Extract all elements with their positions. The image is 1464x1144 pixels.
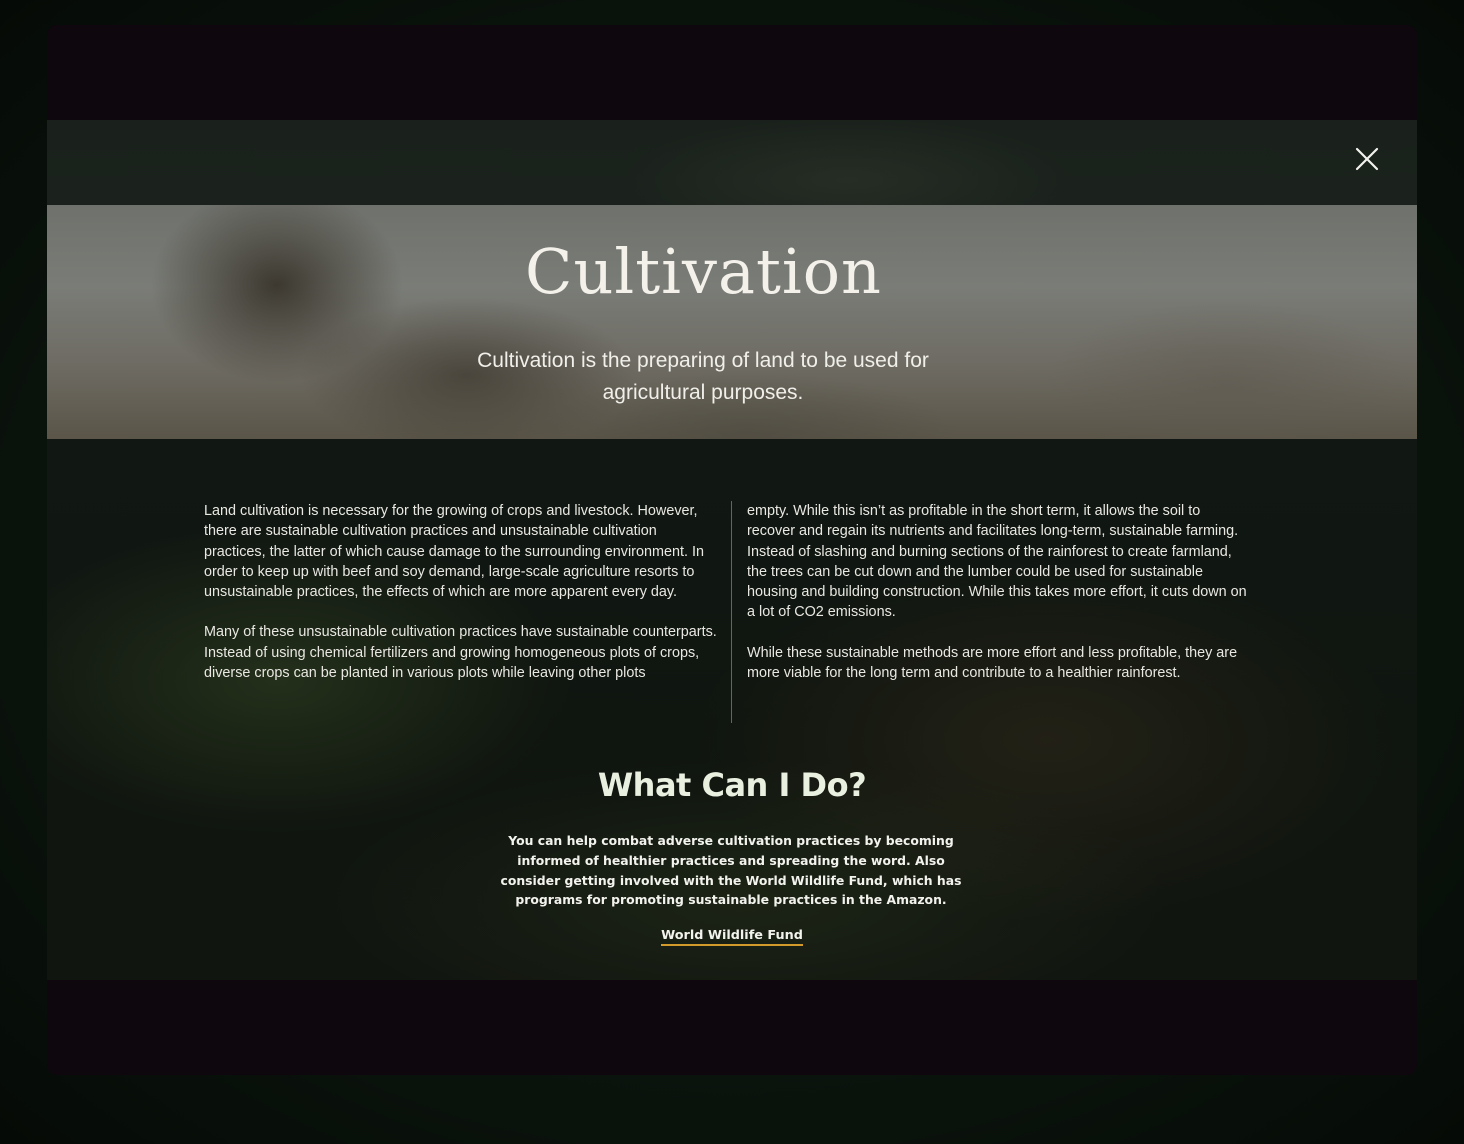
right-paragraph-3: the trees can be cut down and the lumber…: [747, 563, 1247, 621]
left-column: Land cultivation is necessary for the gr…: [204, 501, 719, 683]
content-area: Land cultivation is necessary for the gr…: [47, 439, 1417, 980]
page-subtitle: Cultivation is the preparing of land to …: [477, 349, 929, 404]
hero-banner: Cultivation Cultivation is the preparing…: [47, 205, 1417, 439]
left-paragraph-1: Land cultivation is necessary for the gr…: [204, 503, 704, 601]
what-can-i-do-text: You can help combat adverse cultivation …: [500, 833, 962, 908]
column-divider: [731, 501, 732, 723]
app-window: Cultivation Cultivation is the preparing…: [47, 25, 1417, 1075]
right-paragraph-4: While these sustainable methods are more…: [747, 644, 1238, 682]
screen-background: Cultivation Cultivation is the preparing…: [0, 0, 1464, 1144]
page-title: Cultivation: [525, 235, 882, 308]
right-paragraph-2: Instead of slashing and burning sections…: [747, 543, 1232, 560]
close-icon: [1355, 147, 1379, 171]
world-wildlife-fund-link-label[interactable]: World Wildlife Fund: [661, 928, 803, 946]
cultivation-modal: Cultivation Cultivation is the preparing…: [47, 120, 1417, 980]
right-paragraph-1: empty. While this isn’t as profitable in…: [747, 503, 1239, 540]
article-columns: Land cultivation is necessary for the gr…: [204, 501, 1250, 726]
left-paragraph-2a: Many of these unsustainable cultivation …: [204, 624, 717, 641]
world-wildlife-fund-link[interactable]: World Wildlife Fund: [47, 928, 1417, 946]
close-button[interactable]: [1347, 140, 1387, 180]
modal-header-bar: [47, 120, 1417, 205]
right-column: empty. While this isn’t as profitable in…: [747, 501, 1252, 683]
what-can-i-do-heading: What Can I Do?: [597, 766, 867, 804]
left-paragraph-2b: Instead of using chemical fertilizers an…: [204, 644, 700, 682]
